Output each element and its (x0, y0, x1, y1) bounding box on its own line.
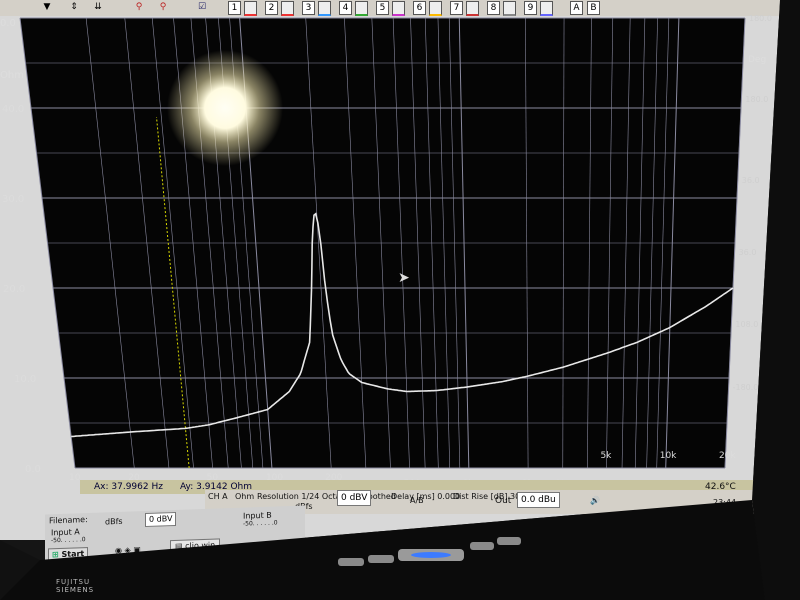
y-top-label: 0.0 (0, 18, 16, 29)
right-tick-label: 180.0 (749, 14, 772, 23)
y-tick-label: 0.0 (25, 464, 41, 475)
brand-logo: FUJITSU SIEMENS (56, 578, 95, 594)
input-a-dbfs: dBfs (105, 516, 123, 527)
right-tick-label: 36.0 (742, 176, 760, 185)
clock-readout: 23:44 (713, 498, 737, 507)
x-tick-label: 10k (660, 451, 677, 461)
channel-label[interactable]: CH A (208, 492, 228, 502)
input-a-scale: -50. . . . . .0 (51, 536, 86, 545)
start-label: Start (61, 549, 85, 559)
right-tick-label: 108.0 (735, 320, 758, 329)
right-tick-label: 36.0 (739, 248, 757, 257)
y-tick-label: 30.0 (2, 194, 24, 205)
output-level-field[interactable]: 0.0 dBu (517, 492, 560, 508)
y-tick-label: 40.0 (2, 104, 24, 115)
mouse-pointer-icon: ➤ (398, 270, 410, 286)
windows-logo-icon: ⊞ (52, 550, 59, 560)
right-tick-label: 180.0 (745, 95, 768, 104)
app-icon: ▤ (175, 541, 183, 551)
x-tick-label: 10 (69, 473, 81, 483)
photo-scene: ▼ ⇕ ⇊ ⚲ ⚲ ☑ 123456789 A B 0.0 10.0 20.0 30.… (0, 0, 800, 600)
cursor-x-readout: Ax: 37.9962 Hz (94, 482, 163, 492)
right-tick-label: -180.0 (733, 383, 759, 392)
taskbar-area: Filename: Input A -50. . . . . .0 dBfs 0… (45, 505, 305, 565)
x-tick-label: 20k (719, 451, 736, 461)
quick-launch-icons[interactable]: ◉ ◈ ▣ (115, 545, 141, 556)
ab-toggle[interactable]: A/B (410, 496, 424, 506)
x-tick-label: 5k (600, 451, 612, 461)
dbv-level-field[interactable]: 0 dBV (337, 490, 372, 506)
filename-label: Filename: (49, 515, 88, 526)
light-glare (167, 50, 283, 166)
y-tick-label: 20.0 (3, 284, 25, 295)
left-axis-unit: Ohm (0, 70, 24, 81)
unit-label[interactable]: Ohm (235, 492, 254, 502)
temperature-readout: 42.6°C (705, 482, 736, 492)
start-button[interactable]: ⊞ Start (48, 547, 89, 563)
delay-label[interactable]: Delay [ms] 0.000 (391, 492, 460, 502)
input-b-scale: -50. . . . . .0 (243, 519, 278, 528)
y-tick-labels: 0.0 10.0 20.0 30.0 40.0 (2, 104, 41, 475)
task-label: clio win (185, 540, 216, 551)
taskbar-task-clio[interactable]: ▤ clio win (170, 538, 221, 555)
y-tick-label: 10.0 (14, 374, 36, 385)
speaker-icon[interactable]: 🔊 (590, 496, 600, 506)
right-axis-unit: Deg (748, 55, 766, 65)
output-label: Out (495, 496, 512, 506)
input-a-dbv-field[interactable]: 0 dBV (145, 511, 177, 528)
